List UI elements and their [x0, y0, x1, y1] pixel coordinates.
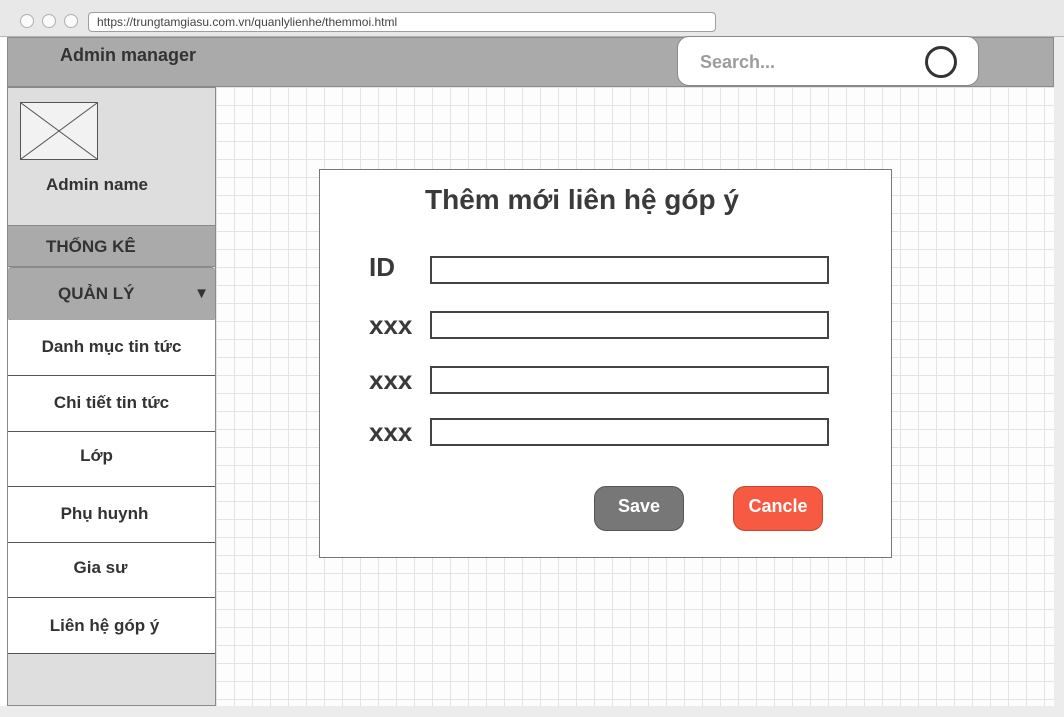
sidebar-item-label: Liên hệ góp ý [49, 616, 160, 635]
browser-toolbar: https://trungtamgiasu.com.vn/quanlylienh… [0, 0, 1064, 37]
sidebar-item-label: Chi tiết tin tức [53, 393, 170, 412]
window-frame-bottom [0, 706, 1064, 717]
sidebar-item-label: Lớp [80, 446, 113, 465]
add-feedback-dialog: Thêm mới liên hệ góp ý ID xxx xxx xxx Sa… [319, 169, 892, 558]
window-minimize-dot-icon[interactable] [42, 14, 56, 28]
search-input[interactable]: Search... [700, 52, 775, 73]
sidebar-item-class[interactable]: Lớp [8, 432, 215, 487]
id-input[interactable] [430, 256, 829, 284]
sidebar-item-news-detail[interactable]: Chi tiết tin tức [8, 376, 215, 432]
sidebar-item-news-category[interactable]: Danh mục tin tức [8, 320, 215, 376]
field-label-3: xxx [369, 417, 413, 447]
address-bar[interactable]: https://trungtamgiasu.com.vn/quanlylienh… [88, 12, 716, 32]
field-1-input[interactable] [430, 311, 829, 339]
sidebar-item-tutors[interactable]: Gia sư [8, 543, 215, 598]
field-label-2: xxx [369, 365, 413, 395]
sidebar-item-label: Gia sư [73, 558, 128, 577]
save-button[interactable]: Save [594, 486, 684, 531]
sidebar-item-parents[interactable]: Phụ huynh [8, 487, 215, 543]
field-label-1: xxx [369, 310, 413, 340]
app-header: Admin manager Search... [7, 36, 1054, 87]
window-frame-right [1054, 37, 1064, 717]
sidebar-item-label: Phụ huynh [60, 504, 149, 523]
admin-name: Admin name [46, 175, 149, 194]
sidebar-item-label: Danh mục tin tức [41, 337, 182, 356]
sidebar-item-stats[interactable]: THỐNG KÊ [8, 225, 215, 267]
sidebar-item-label: THỐNG KÊ [46, 237, 136, 256]
app-title: Admin manager [60, 45, 197, 65]
search-box[interactable]: Search... [677, 36, 979, 86]
image-placeholder-icon [20, 102, 98, 160]
field-3-input[interactable] [430, 418, 829, 446]
sidebar-item-feedback[interactable]: Liên hệ góp ý [8, 598, 215, 654]
search-icon[interactable] [925, 46, 957, 78]
field-label-id: ID [369, 252, 395, 282]
field-2-input[interactable] [430, 366, 829, 394]
window-close-dot-icon[interactable] [20, 14, 34, 28]
chevron-down-icon[interactable]: ▼ [194, 285, 209, 302]
sidebar-item-label: QUẢN LÝ [58, 284, 135, 303]
sidebar: Admin name THỐNG KÊ QUẢN LÝ ▼ Danh mục t… [7, 87, 216, 706]
window-maximize-dot-icon[interactable] [64, 14, 78, 28]
sidebar-item-manage[interactable]: QUẢN LÝ ▼ [8, 267, 215, 321]
dialog-title: Thêm mới liên hệ góp ý [425, 184, 739, 215]
cancel-button[interactable]: Cancle [733, 486, 823, 531]
